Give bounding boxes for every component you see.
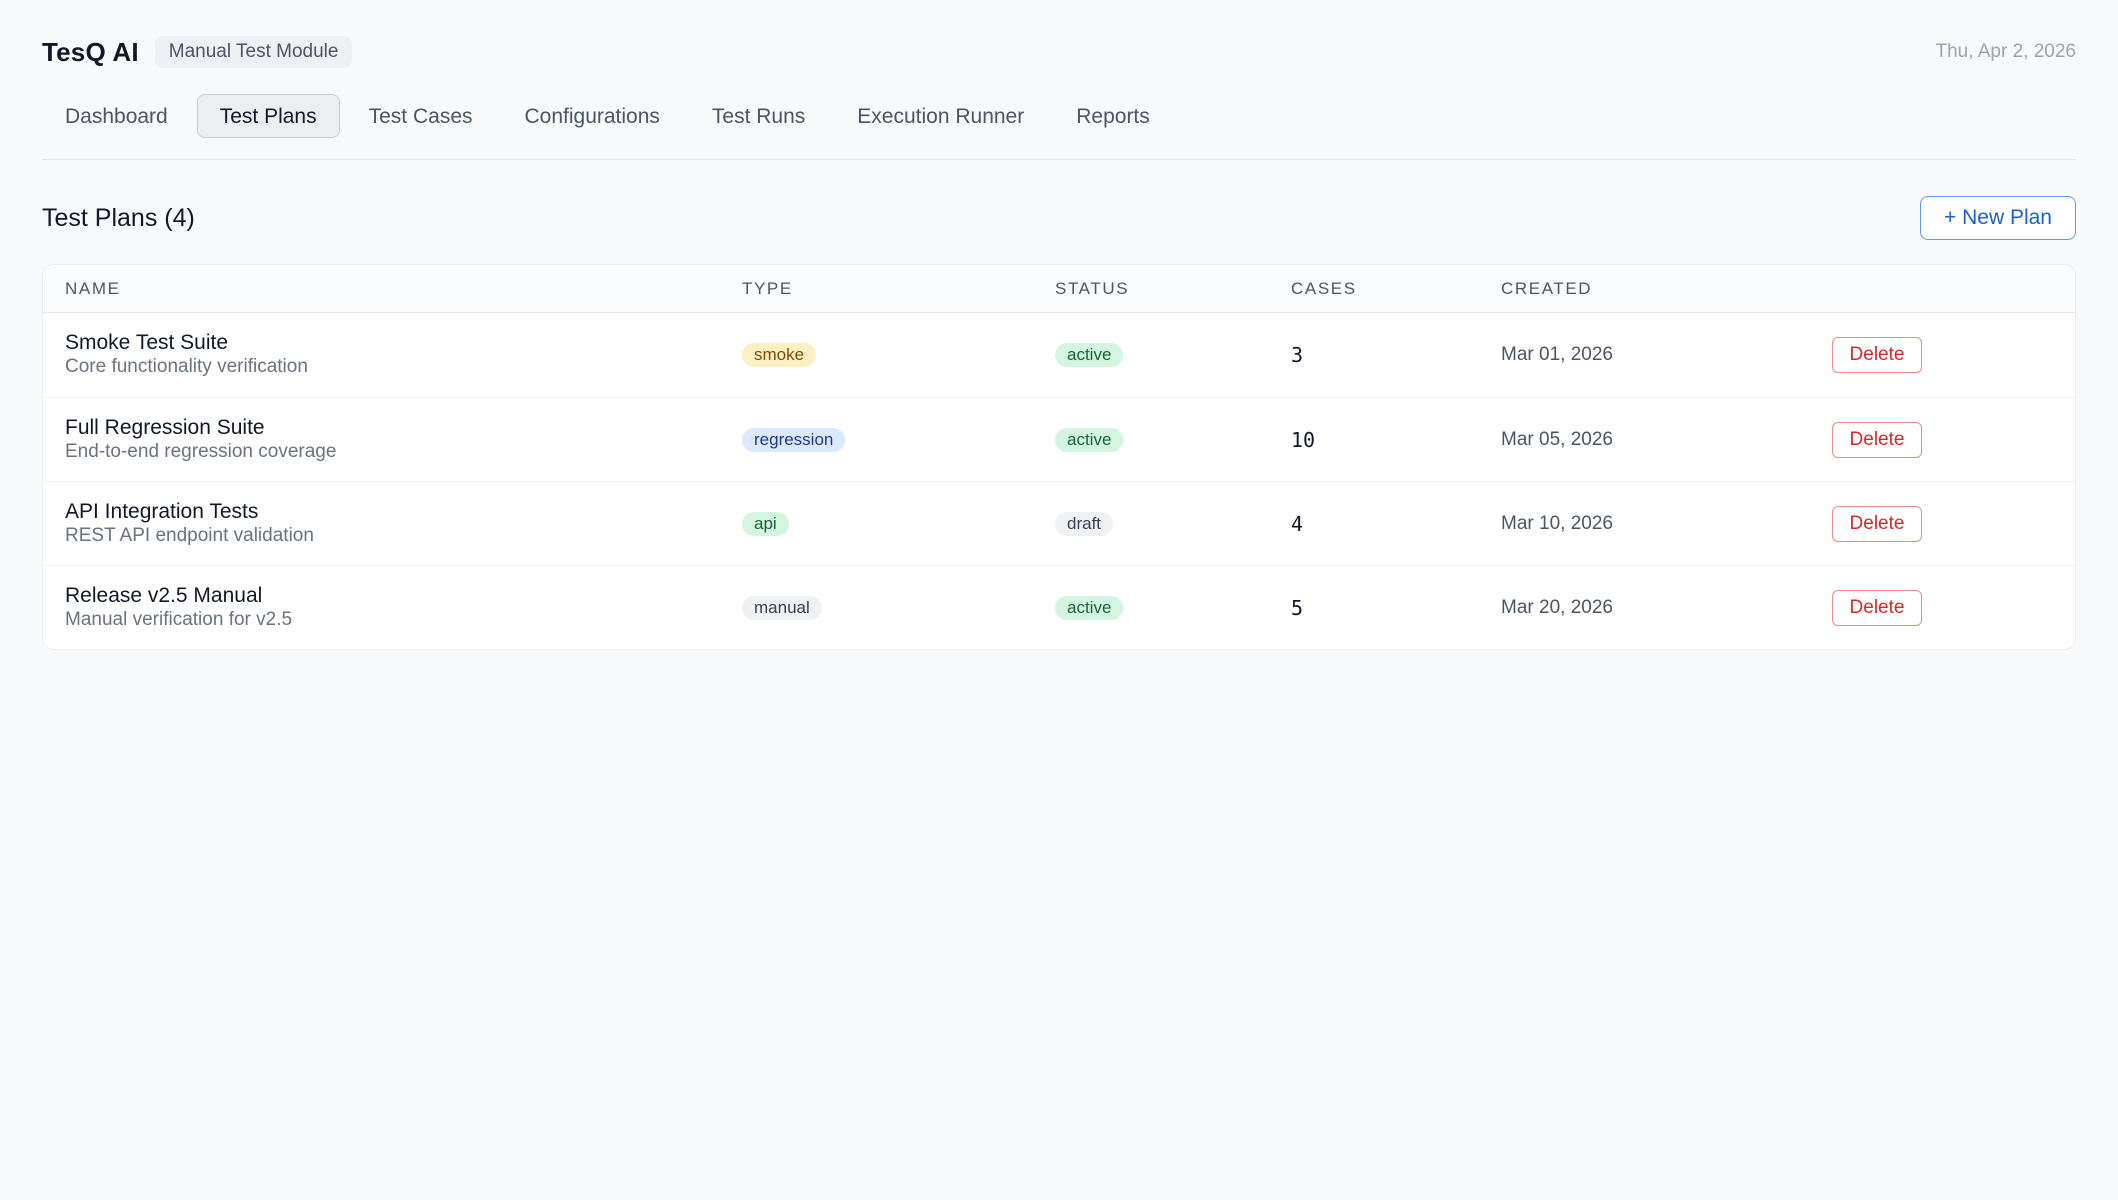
created-date: Mar 20, 2026 bbox=[1501, 596, 1613, 618]
test-plans-table: NAME TYPE STATUS CASES CREATED Smoke Tes… bbox=[42, 264, 2076, 650]
current-date: Thu, Apr 2, 2026 bbox=[1935, 41, 2077, 62]
table-row[interactable]: API Integration Tests REST API endpoint … bbox=[43, 481, 2075, 565]
app-header: TesQ AI Manual Test Module Thu, Apr 2, 2… bbox=[42, 36, 2076, 68]
column-header-name[interactable]: NAME bbox=[65, 265, 705, 312]
column-header-type[interactable]: TYPE bbox=[742, 265, 1042, 312]
created-date: Mar 10, 2026 bbox=[1501, 512, 1613, 534]
column-header-created[interactable]: CREATED bbox=[1501, 265, 1781, 312]
type-badge: manual bbox=[742, 595, 822, 620]
cases-count: 4 bbox=[1291, 511, 1304, 536]
status-badge: draft bbox=[1055, 511, 1114, 536]
status-badge: active bbox=[1055, 595, 1124, 620]
nav-tabs: Dashboard Test Plans Test Cases Configur… bbox=[42, 94, 2076, 160]
plan-description: Manual verification for v2.5 bbox=[65, 608, 293, 630]
plan-name[interactable]: Full Regression Suite bbox=[65, 416, 336, 440]
tab-test-runs[interactable]: Test Runs bbox=[689, 94, 828, 138]
delete-button[interactable]: Delete bbox=[1832, 589, 1922, 626]
new-plan-button[interactable]: + New Plan bbox=[1920, 196, 2076, 240]
created-date: Mar 01, 2026 bbox=[1501, 344, 1613, 365]
status-badge: active bbox=[1055, 427, 1124, 452]
type-badge: regression bbox=[742, 427, 846, 452]
delete-button[interactable]: Delete bbox=[1832, 421, 1922, 458]
plan-description: Core functionality verification bbox=[65, 356, 308, 377]
table-row[interactable]: Release v2.5 Manual Manual verification … bbox=[43, 565, 2075, 649]
delete-button[interactable]: Delete bbox=[1832, 505, 1922, 542]
plan-description: REST API endpoint validation bbox=[65, 524, 314, 546]
plan-name[interactable]: Smoke Test Suite bbox=[65, 331, 308, 355]
tab-reports[interactable]: Reports bbox=[1053, 94, 1173, 138]
status-badge: active bbox=[1055, 343, 1124, 367]
app-page: TesQ AI Manual Test Module Thu, Apr 2, 2… bbox=[0, 0, 2118, 1200]
cases-count: 5 bbox=[1291, 595, 1304, 620]
column-header-cases[interactable]: CASES bbox=[1291, 265, 1471, 312]
module-badge: Manual Test Module bbox=[154, 36, 353, 68]
plan-description: End-to-end regression coverage bbox=[65, 440, 337, 462]
table-row[interactable]: Smoke Test Suite Core functionality veri… bbox=[43, 313, 2075, 397]
page-title: Test Plans (4) bbox=[42, 204, 195, 232]
plan-name[interactable]: Release v2.5 Manual bbox=[65, 584, 292, 608]
app-title: TesQ AI bbox=[42, 36, 139, 67]
created-date: Mar 05, 2026 bbox=[1501, 428, 1613, 450]
delete-button[interactable]: Delete bbox=[1832, 337, 1922, 373]
column-header-status[interactable]: STATUS bbox=[1055, 265, 1255, 312]
table-header-row: NAME TYPE STATUS CASES CREATED bbox=[43, 265, 2075, 313]
type-badge: api bbox=[742, 511, 789, 536]
tab-dashboard[interactable]: Dashboard bbox=[42, 94, 191, 138]
tab-configurations[interactable]: Configurations bbox=[502, 94, 683, 138]
cases-count: 3 bbox=[1291, 343, 1304, 367]
tab-execution-runner[interactable]: Execution Runner bbox=[834, 94, 1047, 138]
plan-name[interactable]: API Integration Tests bbox=[65, 500, 314, 524]
tab-test-plans[interactable]: Test Plans bbox=[196, 94, 340, 138]
table-row[interactable]: Full Regression Suite End-to-end regress… bbox=[43, 397, 2075, 481]
cases-count: 10 bbox=[1291, 427, 1316, 452]
tab-test-cases[interactable]: Test Cases bbox=[346, 94, 496, 138]
type-badge: smoke bbox=[742, 343, 817, 367]
